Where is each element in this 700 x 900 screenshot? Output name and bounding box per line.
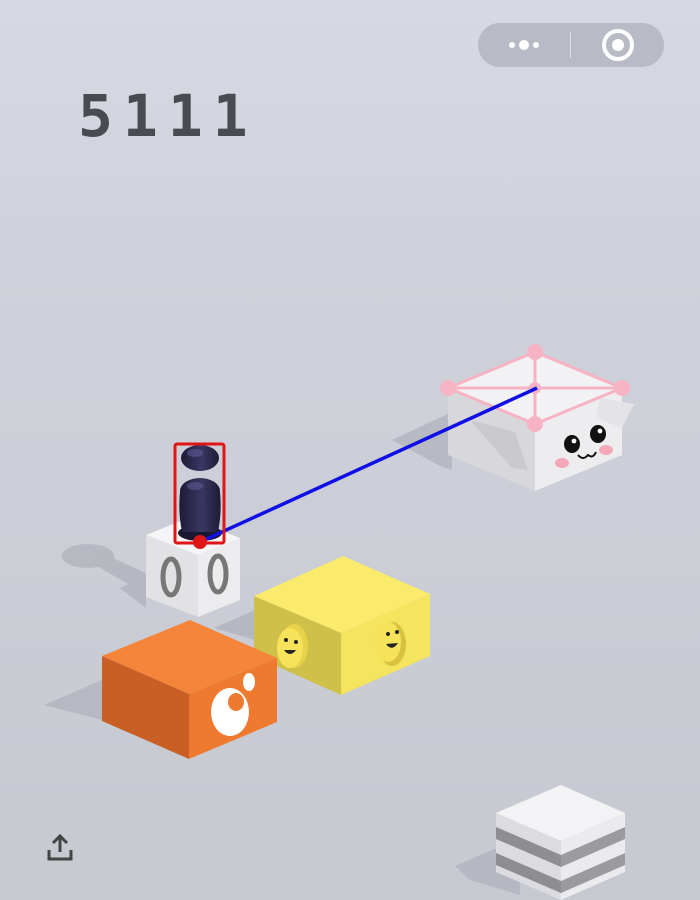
player-anchor-dot [193,535,207,549]
mini-program-capsule [478,23,664,67]
orange-block [102,620,277,759]
share-button[interactable] [44,832,76,864]
yellow-block [254,556,430,695]
more-button[interactable] [478,23,570,67]
target-circle-icon [601,29,634,61]
more-dots-icon [509,40,539,50]
score-display: 5111 [78,82,258,150]
close-button[interactable] [571,23,664,67]
player-piece [178,445,222,541]
share-upload-icon [47,833,73,861]
